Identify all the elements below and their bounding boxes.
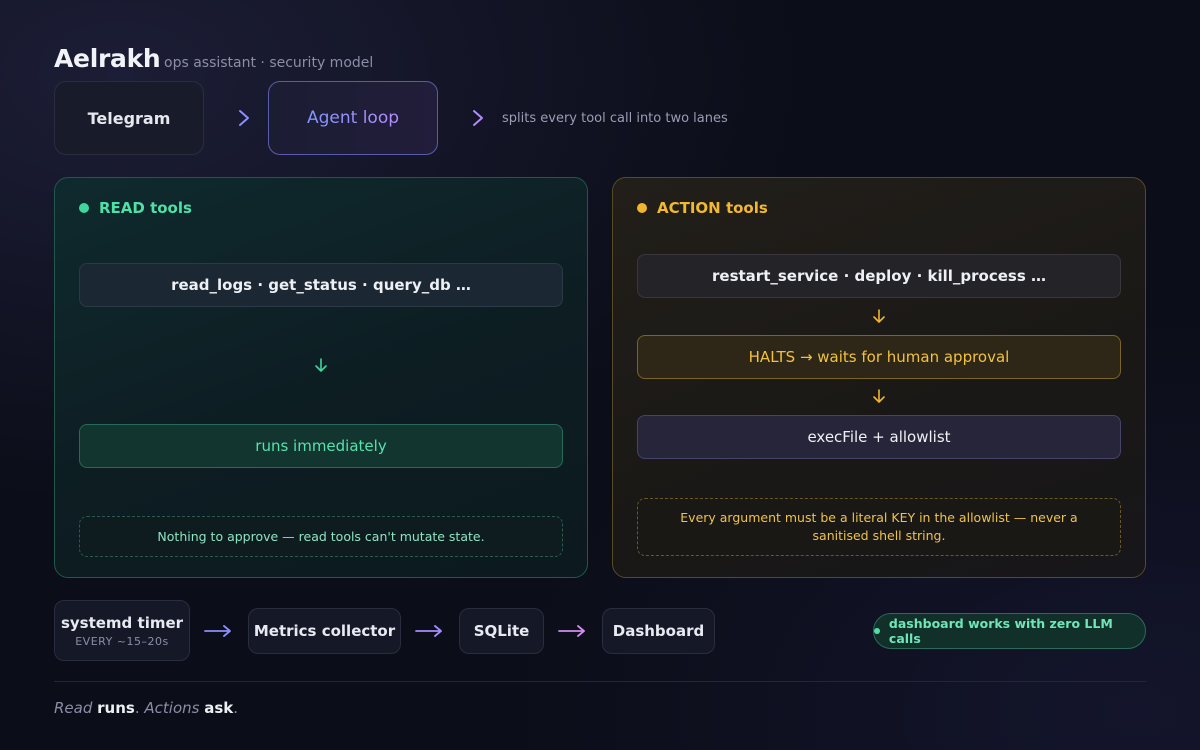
metrics-collector-label: Metrics collector: [253, 622, 396, 640]
read-lane-note: Nothing to approve — read tools can't mu…: [79, 516, 563, 557]
read-status-dot: [79, 203, 89, 213]
action-lane-title: ACTION tools: [657, 199, 768, 217]
badge-label: dashboard works with zero LLM calls: [888, 616, 1113, 646]
dashboard-node: Dashboard: [602, 608, 715, 654]
app-title: Aelrakh: [54, 44, 161, 73]
footer-action-verb: ask: [204, 699, 234, 717]
sqlite-label: SQLite: [473, 622, 530, 640]
arrow-right-icon: [558, 625, 585, 637]
arrow-down-icon: [873, 309, 885, 323]
dashboard-label: Dashboard: [612, 622, 705, 640]
read-lane-title: READ tools: [99, 199, 192, 217]
action-tools-list: restart_service · deploy · kill_process …: [637, 254, 1121, 298]
footer-read-verb: runs: [97, 699, 135, 717]
telegram-label: Telegram: [87, 108, 171, 128]
app-subtitle: ops assistant · security model: [164, 55, 374, 71]
timer-label: systemd timer: [60, 613, 184, 632]
arrow-right-icon: [204, 625, 231, 637]
action-lane-note: Every argument must be a literal KEY in …: [637, 498, 1121, 556]
footer-divider: [54, 681, 1146, 682]
arrow-down-icon: [873, 389, 885, 403]
exec-allowlist-box: execFile + allowlist: [637, 415, 1121, 459]
systemd-timer-node: systemd timer EVERY ~15–20s: [54, 600, 190, 661]
zero-llm-badge: dashboard works with zero LLM calls: [873, 613, 1146, 649]
footer-end: .: [233, 699, 239, 717]
footer-read-word: Read: [54, 699, 93, 717]
badge-dot: [874, 628, 880, 634]
approval-halt-box: HALTS → waits for human approval: [637, 335, 1121, 379]
chevron-right-icon: [239, 110, 249, 126]
sqlite-node: SQLite: [459, 608, 544, 654]
agent-loop-node: Agent loop: [268, 81, 438, 155]
footer-action-word: Actions: [144, 699, 200, 717]
flow-note: splits every tool call into two lanes: [502, 111, 728, 126]
action-status-dot: [637, 203, 647, 213]
arrow-right-icon: [415, 625, 442, 637]
read-result-box: runs immediately: [79, 424, 563, 468]
arrow-down-icon: [315, 358, 327, 372]
footer-sep: .: [134, 699, 140, 717]
metrics-collector-node: Metrics collector: [248, 608, 401, 654]
timer-interval: EVERY ~15–20s: [75, 634, 169, 648]
chevron-right-icon: [473, 110, 483, 126]
footer-tagline: Read runs. Actions ask.: [54, 699, 238, 717]
telegram-node: Telegram: [54, 81, 204, 155]
agent-loop-label: Agent loop: [306, 108, 400, 128]
read-tools-list: read_logs · get_status · query_db …: [79, 263, 563, 307]
